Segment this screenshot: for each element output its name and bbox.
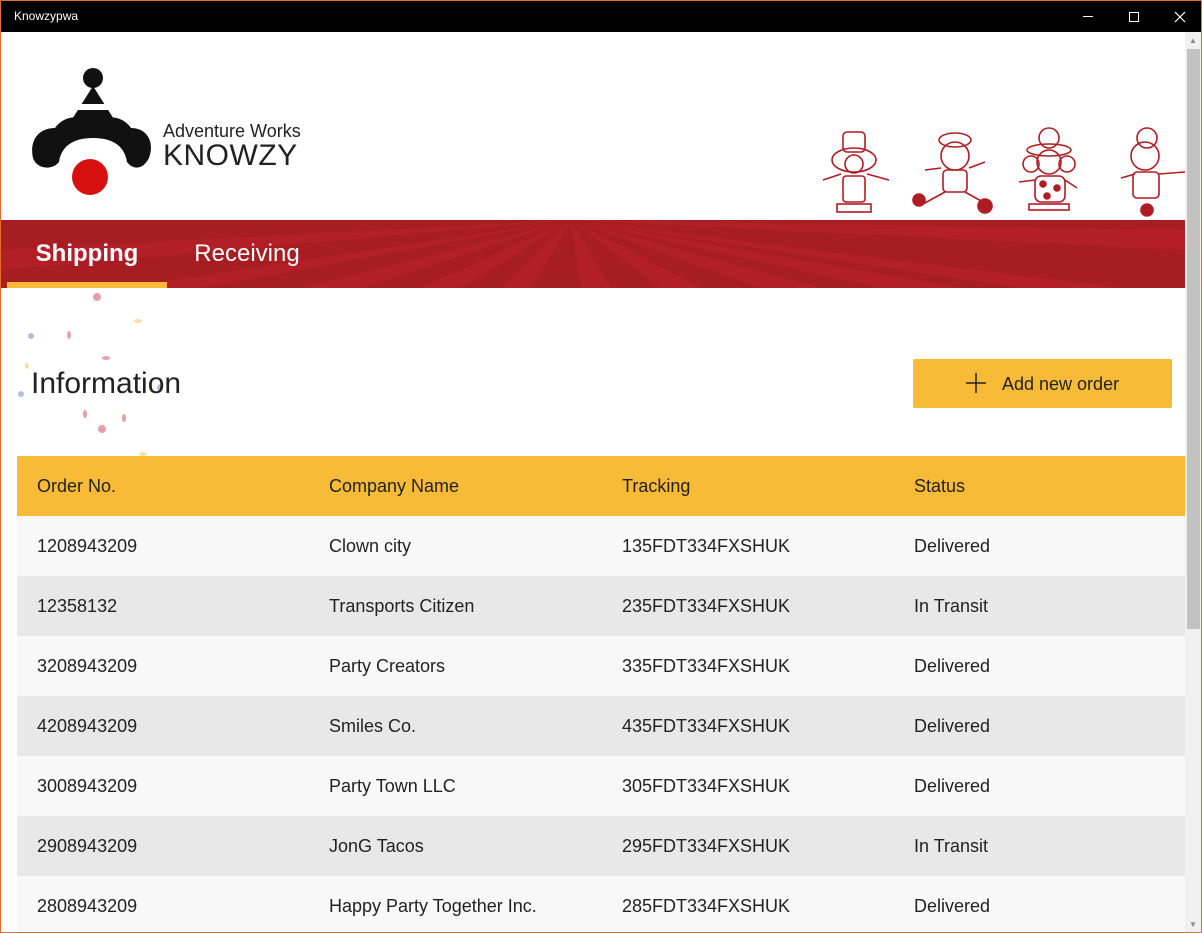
table-row[interactable]: 1208943209 Clown city 135FDT334FXSHUK De…: [17, 516, 1185, 576]
minimize-icon: [1083, 16, 1093, 17]
status-cell: In Transit: [914, 595, 989, 616]
tracking-cell: 295FDT334FXSHUK: [622, 835, 791, 856]
add-new-order-label: Add new order: [1002, 374, 1120, 394]
window-title: Knowzypwa: [14, 9, 79, 23]
table-row[interactable]: 3208943209 Party Creators 335FDT334FXSHU…: [17, 636, 1185, 696]
company-name-cell: Clown city: [329, 535, 412, 556]
order-number-cell: 2808943209: [37, 895, 138, 916]
tracking-cell: 235FDT334FXSHUK: [622, 595, 791, 616]
tracking-cell: 335FDT334FXSHUK: [622, 655, 791, 676]
tracking-cell: 135FDT334FXSHUK: [622, 535, 791, 556]
status-cell: Delivered: [914, 535, 991, 556]
table-row[interactable]: 12358132 Transports Citizen 235FDT334FXS…: [17, 576, 1185, 636]
scrollbar-thumb[interactable]: [1187, 49, 1200, 629]
clowns-illustration-icon: [822, 127, 1185, 217]
scroll-down-arrow-icon[interactable]: ▼: [1185, 916, 1201, 932]
minimize-button[interactable]: [1065, 1, 1111, 32]
order-number-cell: 2908943209: [37, 835, 138, 856]
tracking-cell: 435FDT334FXSHUK: [622, 715, 791, 736]
order-number-cell: 1208943209: [37, 535, 138, 556]
order-number-cell: 12358132: [37, 595, 118, 616]
table-row[interactable]: 2808943209 Happy Party Together Inc. 285…: [17, 876, 1185, 932]
status-cell: In Transit: [914, 835, 989, 856]
column-header-company-name[interactable]: Company Name: [329, 456, 459, 516]
tab-receiving[interactable]: Receiving: [167, 220, 327, 288]
maximize-icon: [1129, 11, 1139, 22]
tracking-cell: 285FDT334FXSHUK: [622, 895, 791, 916]
company-name-cell: Party Creators: [329, 655, 446, 676]
page-title: Information: [31, 367, 182, 400]
status-cell: Delivered: [914, 775, 991, 796]
order-number-cell: 3008943209: [37, 775, 138, 796]
status-cell: Delivered: [914, 715, 991, 736]
order-number-cell: 3208943209: [37, 655, 138, 676]
status-cell: Delivered: [914, 655, 991, 676]
nav-bar: Shipping Receiving: [1, 220, 1185, 288]
company-name-cell: Smiles Co.: [329, 715, 417, 736]
close-icon: [1174, 11, 1186, 22]
column-header-tracking[interactable]: Tracking: [622, 456, 690, 516]
title-bar: Knowzypwa: [1, 1, 1201, 32]
app-window: Knowzypwa Adventure Works KNOWZY Shippin…: [0, 0, 1202, 933]
table-row[interactable]: 2908943209 JonG Tacos 295FDT334FXSHUK In…: [17, 816, 1185, 876]
tab-shipping[interactable]: Shipping: [7, 220, 167, 288]
column-header-order-no[interactable]: Order No.: [37, 456, 116, 516]
table-row[interactable]: 4208943209 Smiles Co. 435FDT334FXSHUK De…: [17, 696, 1185, 756]
company-name-cell: JonG Tacos: [329, 835, 424, 856]
company-name-cell: Transports Citizen: [329, 595, 475, 616]
table-header: Order No. Company Name Tracking Status: [17, 456, 1185, 516]
add-new-order-button[interactable]: Add new order: [913, 359, 1172, 408]
orders-table: Order No. Company Name Tracking Status 1…: [17, 456, 1185, 932]
close-button[interactable]: [1157, 1, 1201, 32]
column-header-status[interactable]: Status: [914, 456, 965, 516]
status-cell: Delivered: [914, 895, 991, 916]
company-name-cell: Party Town LLC: [329, 775, 456, 796]
vertical-scrollbar[interactable]: ▲ ▼: [1185, 32, 1201, 932]
company-name-cell: Happy Party Together Inc.: [329, 895, 537, 916]
tracking-cell: 305FDT334FXSHUK: [622, 775, 791, 796]
scroll-up-arrow-icon[interactable]: ▲: [1185, 32, 1201, 48]
clown-logo-icon: [32, 68, 151, 195]
order-number-cell: 4208943209: [37, 715, 138, 736]
plus-icon: [966, 373, 986, 393]
maximize-button[interactable]: [1111, 1, 1157, 32]
app-header: Adventure Works KNOWZY: [1, 32, 1185, 220]
brand-main-line: KNOWZY: [163, 139, 298, 172]
table-row[interactable]: 3008943209 Party Town LLC 305FDT334FXSHU…: [17, 756, 1185, 816]
